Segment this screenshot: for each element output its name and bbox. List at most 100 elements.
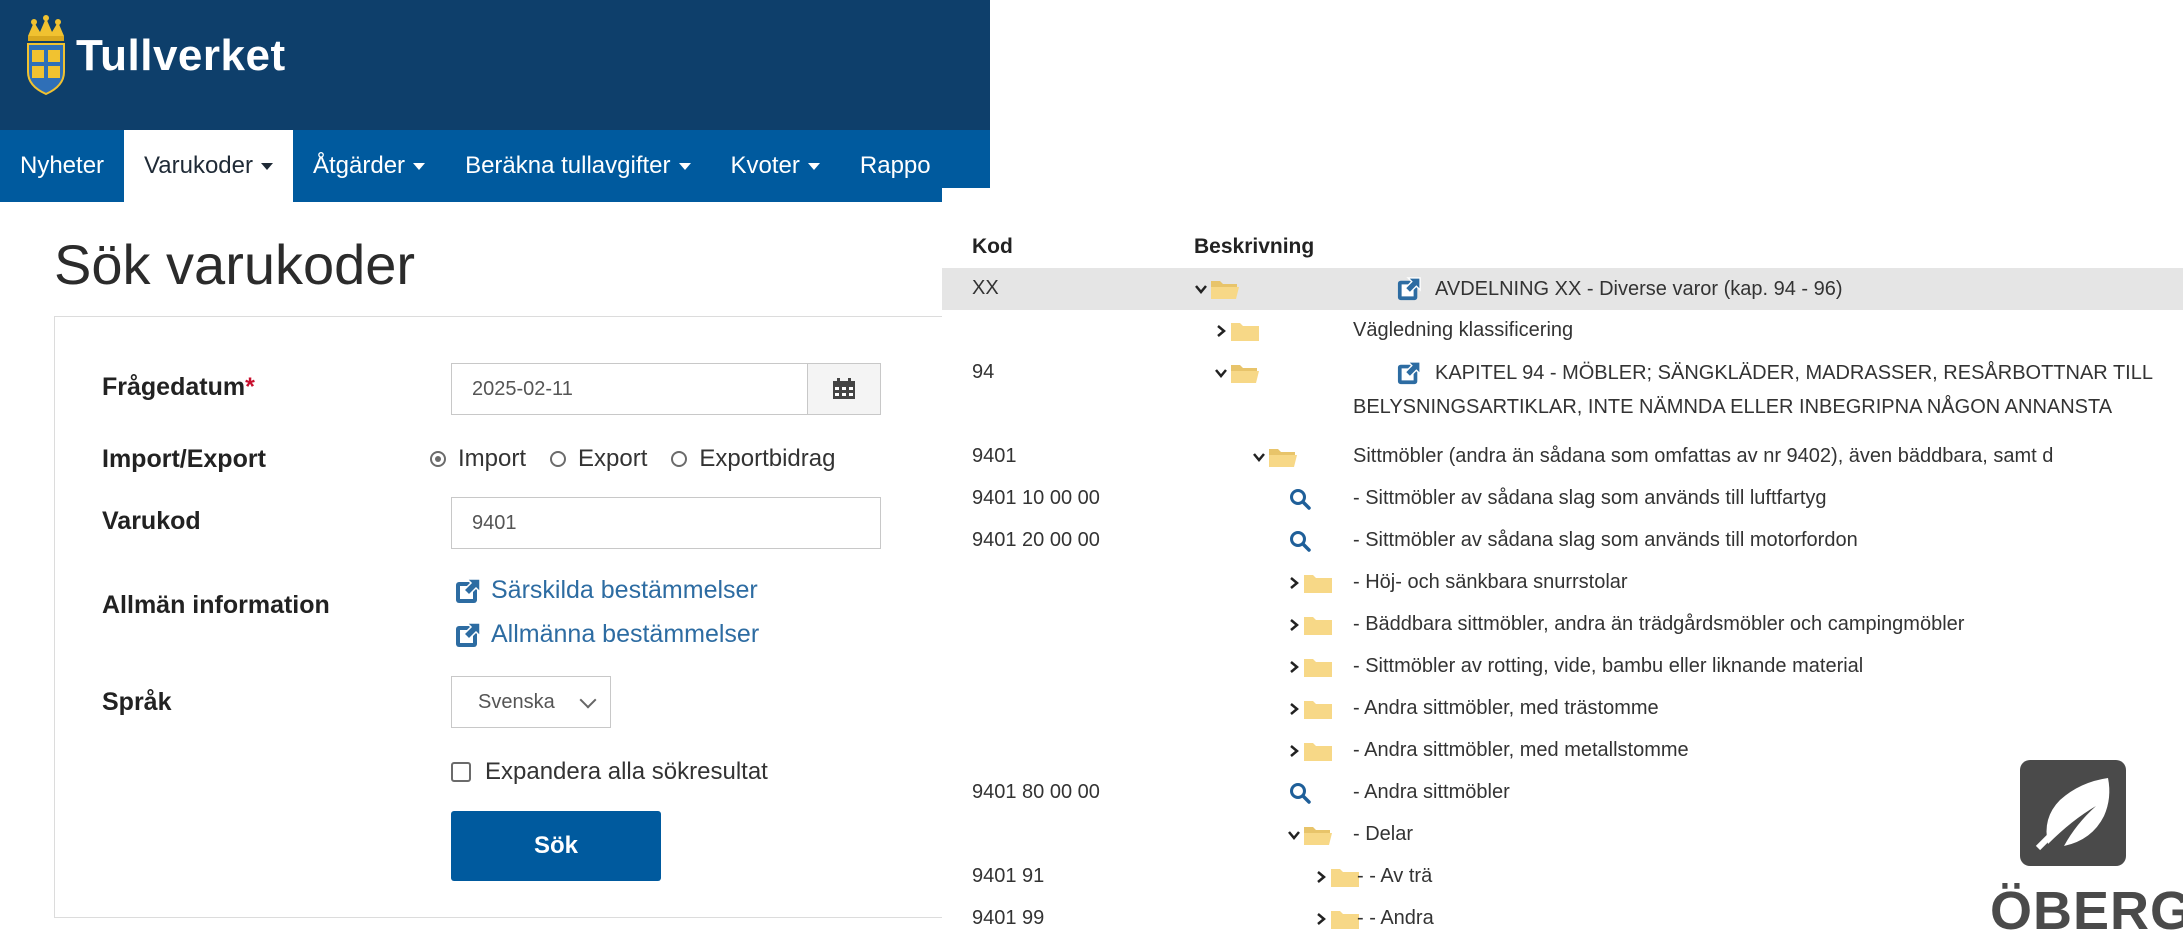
folder-open-icon bbox=[1211, 281, 1239, 299]
caret-down-icon bbox=[261, 162, 273, 170]
sarskilda-bestammelser-link[interactable]: Särskilda bestämmelser bbox=[455, 576, 758, 605]
row-code: 9401 10 00 00 bbox=[972, 487, 1100, 509]
chevron-down-icon bbox=[1215, 369, 1227, 378]
magnifier-button[interactable] bbox=[1288, 778, 1312, 808]
obergs-watermark-text: ÖBERGS bbox=[1990, 881, 2183, 941]
row-description-text: KAPITEL 94 - MÖBLER; SÄNGKLÄDER, MADRASS… bbox=[1435, 361, 2153, 384]
nav-label: Varukoder bbox=[144, 152, 253, 179]
tullverket-page: Tullverket Nyheter Varukoder Åtgärder Be… bbox=[0, 0, 990, 935]
tree-toggle[interactable] bbox=[1252, 442, 1298, 472]
result-row[interactable]: XX AVDELNING XX - Diverse varor (kap. 94… bbox=[942, 268, 2183, 310]
result-row[interactable]: Vägledning klassificering bbox=[942, 310, 2183, 352]
tree-toggle[interactable] bbox=[1287, 652, 1333, 682]
site-logo[interactable]: Tullverket bbox=[22, 14, 286, 98]
radio-export[interactable]: Export bbox=[550, 445, 647, 473]
tree-toggle[interactable] bbox=[1287, 820, 1333, 850]
radio-import[interactable]: Import bbox=[430, 445, 526, 473]
tree-toggle[interactable] bbox=[1287, 694, 1333, 724]
date-input[interactable]: 2025-02-11 bbox=[451, 363, 807, 415]
row-description: - Bäddbara sittmöbler, andra än trädgård… bbox=[1353, 613, 1965, 635]
row-code: 94 bbox=[972, 361, 995, 383]
chevron-down-icon bbox=[579, 691, 597, 709]
result-row[interactable]: - Höj- och sänkbara snurrstolar bbox=[942, 562, 2183, 604]
nav-rapporter[interactable]: Rappo bbox=[840, 130, 951, 202]
result-row[interactable]: 9401 10 00 00 - Sittmöbler av sådana sla… bbox=[942, 478, 2183, 520]
chevron-right-icon bbox=[1290, 745, 1299, 757]
row-description: Sittmöbler (andra än sådana som omfattas… bbox=[1353, 445, 2054, 467]
expand-all-checkbox[interactable] bbox=[451, 762, 471, 782]
result-row[interactable]: 94 KAPITEL 94 - MÖBLER; SÄNGKLÄDER, MADR… bbox=[942, 352, 2183, 428]
magnifier-button[interactable] bbox=[1288, 484, 1312, 514]
folder-open-icon bbox=[1231, 365, 1259, 383]
tree-toggle[interactable] bbox=[1214, 316, 1260, 346]
language-label: Språk bbox=[102, 688, 172, 716]
search-button[interactable]: Sök bbox=[451, 811, 661, 881]
tree-toggle[interactable] bbox=[1314, 904, 1360, 934]
tree-toggle[interactable] bbox=[1194, 274, 1240, 304]
nav-atgarder[interactable]: Åtgärder bbox=[293, 130, 445, 202]
folder-closed-icon bbox=[1304, 617, 1332, 635]
nav-label: Kvoter bbox=[730, 152, 800, 179]
obergs-leaf-logo-icon bbox=[2020, 760, 2126, 866]
nav-label: Nyheter bbox=[20, 152, 105, 179]
site-header: Tullverket bbox=[0, 0, 990, 130]
row-code: 9401 bbox=[972, 445, 1017, 467]
varukod-input[interactable]: 9401 bbox=[451, 497, 881, 549]
row-description: - - Andra bbox=[1357, 907, 1434, 929]
radio-selected[interactable] bbox=[430, 451, 446, 467]
tree-toggle[interactable] bbox=[1287, 610, 1333, 640]
result-row[interactable]: - Delar bbox=[942, 814, 2183, 856]
tree-toggle[interactable] bbox=[1287, 568, 1333, 598]
nav-varukoder[interactable]: Varukoder bbox=[124, 130, 293, 202]
radio-label: Export bbox=[578, 445, 648, 472]
nav-label: Rappo bbox=[859, 152, 931, 179]
language-select[interactable]: Svenska bbox=[451, 676, 611, 728]
result-row[interactable]: - Sittmöbler av rotting, vide, bambu ell… bbox=[942, 646, 2183, 688]
radio-unselected[interactable] bbox=[671, 451, 688, 467]
allmanna-bestammelser-link[interactable]: Allmänna bestämmelser bbox=[455, 620, 759, 649]
row-code: XX bbox=[972, 277, 999, 299]
row-description: - Andra sittmöbler, med metallstomme bbox=[1353, 739, 1689, 761]
result-row[interactable]: 9401 80 00 00 - Andra sittmöbler bbox=[942, 772, 2183, 814]
magnifier-button[interactable] bbox=[1288, 526, 1312, 556]
site-brand-name: Tullverket bbox=[76, 31, 286, 80]
tree-toggle[interactable] bbox=[1314, 862, 1360, 892]
radio-label: Exportbidrag bbox=[699, 445, 836, 472]
tree-toggle[interactable] bbox=[1287, 736, 1333, 766]
chevron-right-icon bbox=[1290, 703, 1299, 715]
external-link-icon[interactable] bbox=[1397, 277, 1421, 301]
radio-exportbidrag[interactable]: Exportbidrag bbox=[671, 445, 835, 473]
chevron-down-icon bbox=[1288, 831, 1300, 840]
required-marker: * bbox=[245, 373, 255, 401]
calendar-button[interactable] bbox=[807, 363, 881, 415]
nav-berakna-tullavgifter[interactable]: Beräkna tullavgifter bbox=[445, 130, 710, 202]
nav-kvoter[interactable]: Kvoter bbox=[711, 130, 840, 202]
calendar-icon bbox=[833, 378, 855, 399]
caret-down-icon bbox=[413, 162, 426, 170]
external-link-icon[interactable] bbox=[1397, 361, 1421, 385]
expand-all-option[interactable]: Expandera alla sökresultat bbox=[451, 758, 768, 786]
search-results-panel: Kod Beskrivning XX AVDELNING XX - Divers… bbox=[942, 188, 2183, 935]
nav-nyheter[interactable]: Nyheter bbox=[0, 130, 124, 202]
result-row[interactable]: 9401 20 00 00 - Sittmöbler av sådana sla… bbox=[942, 520, 2183, 562]
tree-toggle[interactable] bbox=[1214, 358, 1260, 388]
row-description: - Sittmöbler av rotting, vide, bambu ell… bbox=[1353, 655, 1864, 677]
folder-closed-icon bbox=[1231, 323, 1259, 341]
chevron-down-icon bbox=[1253, 453, 1265, 462]
result-row[interactable]: 9401 Sittmöbler (andra än sådana som omf… bbox=[942, 436, 2183, 478]
link-text: Särskilda bestämmelser bbox=[491, 576, 758, 604]
row-code: 9401 20 00 00 bbox=[972, 529, 1100, 551]
import-export-radio-group: Import Export Exportbidrag bbox=[430, 445, 859, 473]
language-select-value: Svenska bbox=[478, 691, 555, 713]
result-row[interactable]: - Bäddbara sittmöbler, andra än trädgård… bbox=[942, 604, 2183, 646]
row-description-text: AVDELNING XX - Diverse varor (kap. 94 - … bbox=[1435, 277, 1843, 300]
main-nav: Nyheter Varukoder Åtgärder Beräkna tulla… bbox=[0, 130, 990, 202]
folder-closed-icon bbox=[1304, 701, 1332, 719]
result-row[interactable]: - Andra sittmöbler, med metallstomme bbox=[942, 730, 2183, 772]
chevron-right-icon bbox=[1290, 661, 1299, 673]
result-row[interactable]: - Andra sittmöbler, med trästomme bbox=[942, 688, 2183, 730]
expand-all-label: Expandera alla sökresultat bbox=[485, 758, 768, 785]
radio-unselected[interactable] bbox=[550, 451, 567, 467]
folder-closed-icon bbox=[1304, 659, 1332, 677]
general-info-label: Allmän information bbox=[102, 591, 330, 619]
